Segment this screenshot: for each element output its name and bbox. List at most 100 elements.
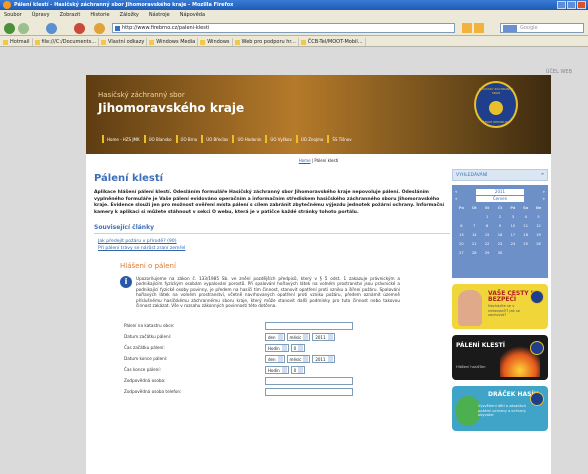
form-title: Hlášení o pálení <box>120 262 176 270</box>
end-day-select[interactable]: den <box>265 354 285 363</box>
google-icon[interactable] <box>503 25 517 32</box>
bookmark-item[interactable]: file:///C:/Documents... <box>34 38 99 46</box>
end-minute-select[interactable]: 0 <box>290 365 306 374</box>
calendar-date[interactable]: 16 <box>494 231 507 240</box>
menu-bookmarks[interactable]: Záložky <box>120 12 139 20</box>
calendar-date[interactable]: 1 <box>481 213 494 222</box>
calendar-date[interactable]: 21 <box>468 240 481 249</box>
hzs-logo[interactable]: HASIČSKÝ ZÁCHRANNÝ SBOR ČESKÉ REPUBLIKY <box>474 81 518 128</box>
calendar-date[interactable]: 4 <box>519 213 532 222</box>
promo-dracek-hasik[interactable]: DRÁČEK HASÍK Vysvětlení dětí o zásadách … <box>452 386 548 431</box>
bookmark-item[interactable]: Windows Media <box>149 38 199 46</box>
calendar-date[interactable]: 25 <box>519 240 532 249</box>
calendar-date[interactable]: 15 <box>481 231 494 240</box>
bookmark-item[interactable]: Hotmail <box>3 38 33 46</box>
promo-burning-report[interactable]: PÁLENÍ KLESTÍ Hlášení hasičům <box>452 335 548 380</box>
dropdown-arrow-icon <box>303 334 309 341</box>
calendar-date[interactable]: 9 <box>494 222 507 231</box>
menu-tools[interactable]: Nástroje <box>149 12 170 20</box>
search-input[interactable]: Google <box>500 23 584 33</box>
breadcrumb-home[interactable]: Home <box>299 158 311 163</box>
nav-item[interactable]: ÚO Břeclav <box>201 135 232 143</box>
nav-item[interactable]: ÚO Hodonín <box>232 135 265 143</box>
back-icon[interactable] <box>4 23 15 34</box>
maximize-icon[interactable] <box>567 1 576 9</box>
header-title[interactable]: Jihomoravského kraje <box>98 101 244 115</box>
calendar-date[interactable]: 19 <box>532 231 545 240</box>
promo-safe-paths[interactable]: VAŠE CESTY K BEZPEČÍ Nacházíte se v nebe… <box>452 284 548 329</box>
burn-report-form: Hlášení o pálení i Upozorňujeme na zákon… <box>120 262 400 397</box>
calendar-date[interactable]: 28 <box>468 249 481 258</box>
hzs-badge-icon <box>530 392 544 406</box>
menu-file[interactable]: Soubor <box>4 12 22 20</box>
municipality-input[interactable] <box>265 321 353 330</box>
calendar-date[interactable]: 24 <box>506 240 519 249</box>
stop-icon[interactable] <box>74 23 85 34</box>
search-go-icon[interactable]: » <box>541 172 544 177</box>
select-value: měsíc <box>289 334 302 340</box>
calendar-date[interactable]: 7 <box>468 222 481 231</box>
calendar-date[interactable]: 20 <box>455 240 468 249</box>
end-hour-select[interactable]: Hodin <box>265 365 289 374</box>
related-link[interactable]: Jak předejít požáru v přírodě? (90) <box>98 238 450 245</box>
bookmark-item[interactable]: ČCB-Tel/MOOT-Mobil... <box>300 38 366 46</box>
next-year-icon[interactable]: » <box>543 189 545 194</box>
menu-help[interactable]: Nápověda <box>180 12 205 20</box>
calendar-date[interactable]: 22 <box>481 240 494 249</box>
address-bar[interactable]: http://www.firebrno.cz/paleni-klesti <box>112 23 455 33</box>
start-month-select[interactable]: měsíc <box>286 332 311 341</box>
responsible-person-input[interactable] <box>265 376 353 385</box>
bookmark-item[interactable]: Web pro podporu hr... <box>234 38 299 46</box>
calendar-date[interactable]: 8 <box>481 222 494 231</box>
menu-history[interactable]: Historie <box>90 12 109 20</box>
calendar-date[interactable]: 6 <box>455 222 468 231</box>
prev-month-icon[interactable]: « <box>455 196 457 201</box>
forward-icon[interactable] <box>18 23 29 34</box>
calendar-date[interactable]: 27 <box>455 249 468 258</box>
calendar-date[interactable]: 18 <box>519 231 532 240</box>
minimize-icon[interactable] <box>557 1 566 9</box>
calendar-date[interactable]: 23 <box>494 240 507 249</box>
menu-view[interactable]: Zobrazit <box>60 12 81 20</box>
nav-item[interactable]: ŠS Tišnov <box>327 135 355 143</box>
rss-icon[interactable] <box>462 23 472 33</box>
site-search[interactable]: VYHLEDÁVÁNÍ » <box>452 169 548 181</box>
calendar-day-header: Po <box>458 206 464 210</box>
nav-item[interactable]: ÚO Brno <box>175 135 202 143</box>
related-link[interactable]: Při pálení trávy se nárůst zraní zemřel <box>98 245 450 252</box>
calendar-date[interactable]: 14 <box>468 231 481 240</box>
calendar-date[interactable]: 11 <box>519 222 532 231</box>
calendar: « 2011 » « Červen » Po Út St Čt Pá So Ne 1 2 3 4 5 6… <box>452 185 548 278</box>
nav-item[interactable]: ÚO Znojmo <box>295 135 328 143</box>
go-icon[interactable] <box>474 23 484 33</box>
start-hour-select[interactable]: Hodin <box>265 343 289 352</box>
end-year-select[interactable]: 2011 <box>312 354 335 363</box>
nav-item[interactable]: ÚO Vyškov <box>265 135 295 143</box>
prev-year-icon[interactable]: « <box>455 189 457 194</box>
bookmark-item[interactable]: Windows <box>200 38 233 46</box>
start-year-select[interactable]: 2011 <box>312 332 335 341</box>
reload-icon[interactable] <box>46 23 57 34</box>
next-month-icon[interactable]: » <box>543 196 545 201</box>
nav-item[interactable]: ÚO Blansko <box>143 135 176 143</box>
phone-input[interactable] <box>265 387 353 396</box>
menu-edit[interactable]: Úpravy <box>32 12 50 20</box>
bookmark-item[interactable]: Vlastní odkazy <box>101 38 148 46</box>
nav-item[interactable]: Home - HZS JMK <box>102 135 144 143</box>
calendar-date[interactable]: 3 <box>506 213 519 222</box>
calendar-date[interactable]: 13 <box>455 231 468 240</box>
calendar-date[interactable]: 17 <box>506 231 519 240</box>
home-icon[interactable] <box>94 23 105 34</box>
start-minute-select[interactable]: 0 <box>290 343 306 352</box>
calendar-date[interactable]: 10 <box>506 222 519 231</box>
close-icon[interactable] <box>577 1 586 9</box>
calendar-date[interactable]: 30 <box>494 249 507 258</box>
calendar-date[interactable]: 26 <box>532 240 545 249</box>
form-row-municipality: Pálení na katastru obce: <box>120 320 400 331</box>
start-day-select[interactable]: den <box>265 332 285 341</box>
calendar-date[interactable]: 29 <box>481 249 494 258</box>
calendar-date[interactable]: 2 <box>494 213 507 222</box>
calendar-date[interactable]: 5 <box>532 213 545 222</box>
end-month-select[interactable]: měsíc <box>286 354 311 363</box>
calendar-date[interactable]: 12 <box>532 222 545 231</box>
